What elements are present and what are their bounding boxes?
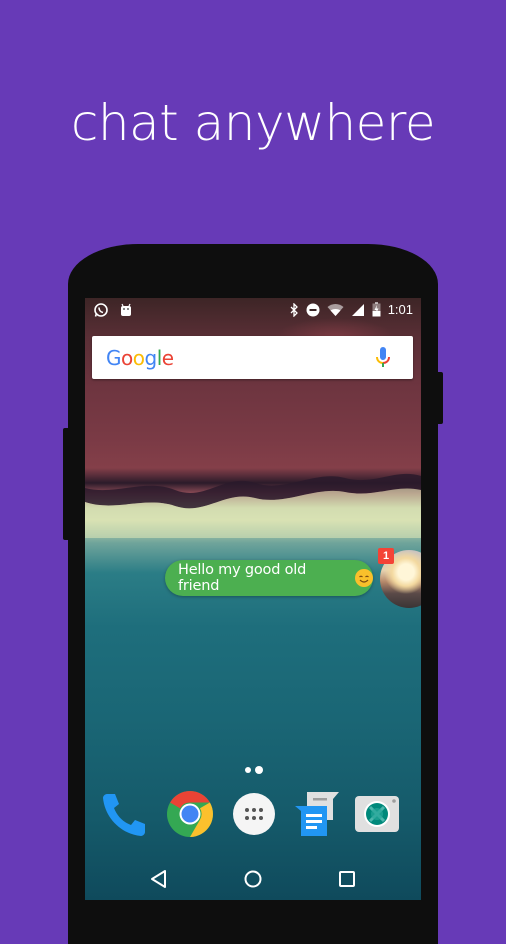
android-robot-icon [121, 303, 131, 316]
app-drawer-icon[interactable] [230, 790, 278, 838]
home-button-icon[interactable] [242, 868, 264, 890]
messages-app-icon[interactable] [293, 790, 341, 838]
page-dot-1[interactable] [245, 767, 251, 773]
phone-screen: 1:01 Google Hello my good old friend 1 [85, 298, 421, 900]
chrome-app-icon[interactable] [166, 790, 214, 838]
battery-charging-icon [372, 302, 381, 317]
wallpaper-shoreline [85, 473, 421, 538]
camera-app-icon[interactable] [353, 790, 401, 838]
wifi-icon [327, 303, 344, 316]
whatsapp-icon [94, 303, 108, 317]
unread-badge: 1 [378, 548, 394, 564]
status-time: 1:01 [387, 302, 413, 317]
google-logo: Google [106, 346, 174, 370]
status-bar: 1:01 [85, 298, 421, 324]
recents-button-icon[interactable] [336, 868, 358, 890]
do-not-disturb-icon [306, 303, 320, 316]
page-indicator [245, 766, 263, 774]
microphone-icon[interactable] [375, 346, 391, 370]
chat-bubble[interactable]: Hello my good old friend [165, 560, 373, 596]
dock [85, 790, 421, 842]
google-search-widget[interactable]: Google [92, 336, 413, 379]
bluetooth-icon [290, 302, 298, 317]
cellular-signal-icon [351, 303, 364, 316]
smiling-face-emoji-icon [355, 569, 373, 587]
navigation-bar [85, 858, 421, 900]
phone-app-icon[interactable] [101, 790, 149, 838]
chat-message-text: Hello my good old friend [178, 562, 307, 594]
page-dot-2-active[interactable] [255, 766, 263, 774]
back-button-icon[interactable] [148, 868, 170, 890]
headline: chat anywhere [70, 94, 436, 152]
